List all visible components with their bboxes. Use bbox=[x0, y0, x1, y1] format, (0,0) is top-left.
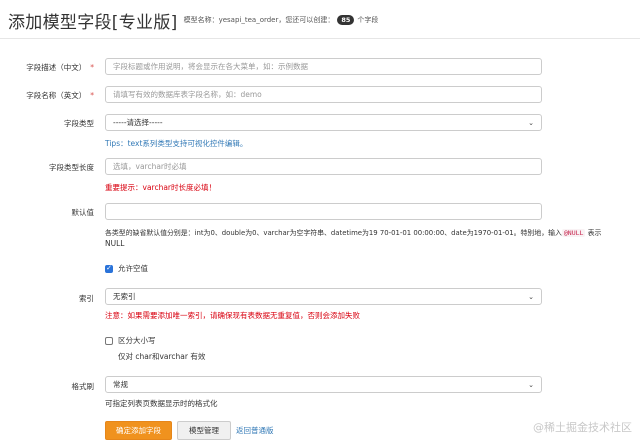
required-mark: * bbox=[90, 63, 94, 72]
model-info-text: 模型名称：yesapi_tea_order，您还可以创建： bbox=[183, 16, 335, 24]
format-label: 格式刷 bbox=[71, 382, 95, 391]
case-sensitive-help: 仅对 char和varchar 有效 bbox=[118, 352, 206, 361]
null-code: @NULL bbox=[561, 229, 586, 237]
format-select[interactable]: 常规 ⌄ bbox=[105, 376, 542, 393]
count-suffix: 个字段 bbox=[357, 16, 379, 24]
type-label: 字段类型 bbox=[64, 119, 94, 128]
name-placeholder: 请填写有效的数据库表字段名称，如：demo bbox=[113, 90, 262, 99]
model-info: 模型名称：yesapi_tea_order，您还可以创建： 85 个字段 bbox=[183, 15, 379, 25]
allow-null-label: 允许空值 bbox=[118, 264, 148, 273]
allow-null-checkbox[interactable]: 允许空值 bbox=[105, 263, 148, 274]
default-label: 默认值 bbox=[71, 208, 95, 217]
length-placeholder: 选填，varchar时必填 bbox=[113, 162, 187, 171]
default-help: 各类型的缺省默认值分别是：int为0、double为0、varchar为空字符串… bbox=[105, 229, 602, 237]
length-label: 字段类型长度 bbox=[49, 163, 94, 172]
page-header: 添加模型字段[专业版] 模型名称：yesapi_tea_order，您还可以创建… bbox=[8, 8, 379, 33]
index-label: 索引 bbox=[79, 294, 94, 303]
format-selected: 常规 bbox=[113, 380, 128, 389]
watermark: @稀土掘金技术社区 bbox=[533, 421, 632, 434]
index-select[interactable]: 无索引 ⌄ bbox=[105, 288, 542, 305]
checkbox-unchecked-icon[interactable] bbox=[105, 336, 113, 345]
name-input[interactable]: 请填写有效的数据库表字段名称，如：demo bbox=[105, 86, 542, 103]
required-mark: * bbox=[90, 91, 94, 100]
chevron-down-icon: ⌄ bbox=[528, 118, 534, 127]
desc-label: 字段描述（中文） * bbox=[26, 63, 94, 72]
chevron-down-icon: ⌄ bbox=[528, 292, 534, 301]
desc-placeholder: 字段标题或作用说明，将会显示在各大菜单，如：示例数据 bbox=[113, 62, 308, 71]
name-label: 字段名称（英文） * bbox=[26, 91, 94, 100]
default-input[interactable] bbox=[105, 203, 542, 220]
checkbox-checked-icon[interactable] bbox=[105, 264, 113, 273]
length-input[interactable]: 选填，varchar时必填 bbox=[105, 158, 542, 175]
page-title: 添加模型字段[专业版] bbox=[8, 12, 178, 33]
format-help: 可指定列表页数据显示时的格式化 bbox=[105, 399, 218, 408]
type-select[interactable]: -----请选择----- ⌄ bbox=[105, 114, 542, 131]
case-sensitive-label: 区分大小写 bbox=[118, 336, 156, 345]
remaining-count-badge: 85 bbox=[337, 15, 355, 25]
type-selected: -----请选择----- bbox=[113, 118, 163, 127]
index-warning: 注意：如果需要添加唯一索引，请确保现有表数据无重复值，否则会添加失败 bbox=[105, 311, 360, 320]
index-selected: 无索引 bbox=[113, 292, 136, 301]
type-tip: Tips：text系列类型支持可视化控件编辑。 bbox=[105, 139, 248, 148]
case-sensitive-checkbox[interactable]: 区分大小写 bbox=[105, 335, 156, 346]
default-help-null: NULL bbox=[105, 239, 125, 248]
length-warning: 重要提示：varchar时长度必填！ bbox=[105, 183, 217, 192]
back-link[interactable]: 返回普通版 bbox=[236, 421, 286, 440]
desc-input[interactable]: 字段标题或作用说明，将会显示在各大菜单，如：示例数据 bbox=[105, 58, 542, 75]
chevron-down-icon: ⌄ bbox=[528, 380, 534, 389]
header-divider bbox=[0, 38, 640, 39]
model-manage-button[interactable]: 模型管理 bbox=[177, 421, 231, 440]
submit-button[interactable]: 确定添加字段 bbox=[105, 421, 172, 440]
